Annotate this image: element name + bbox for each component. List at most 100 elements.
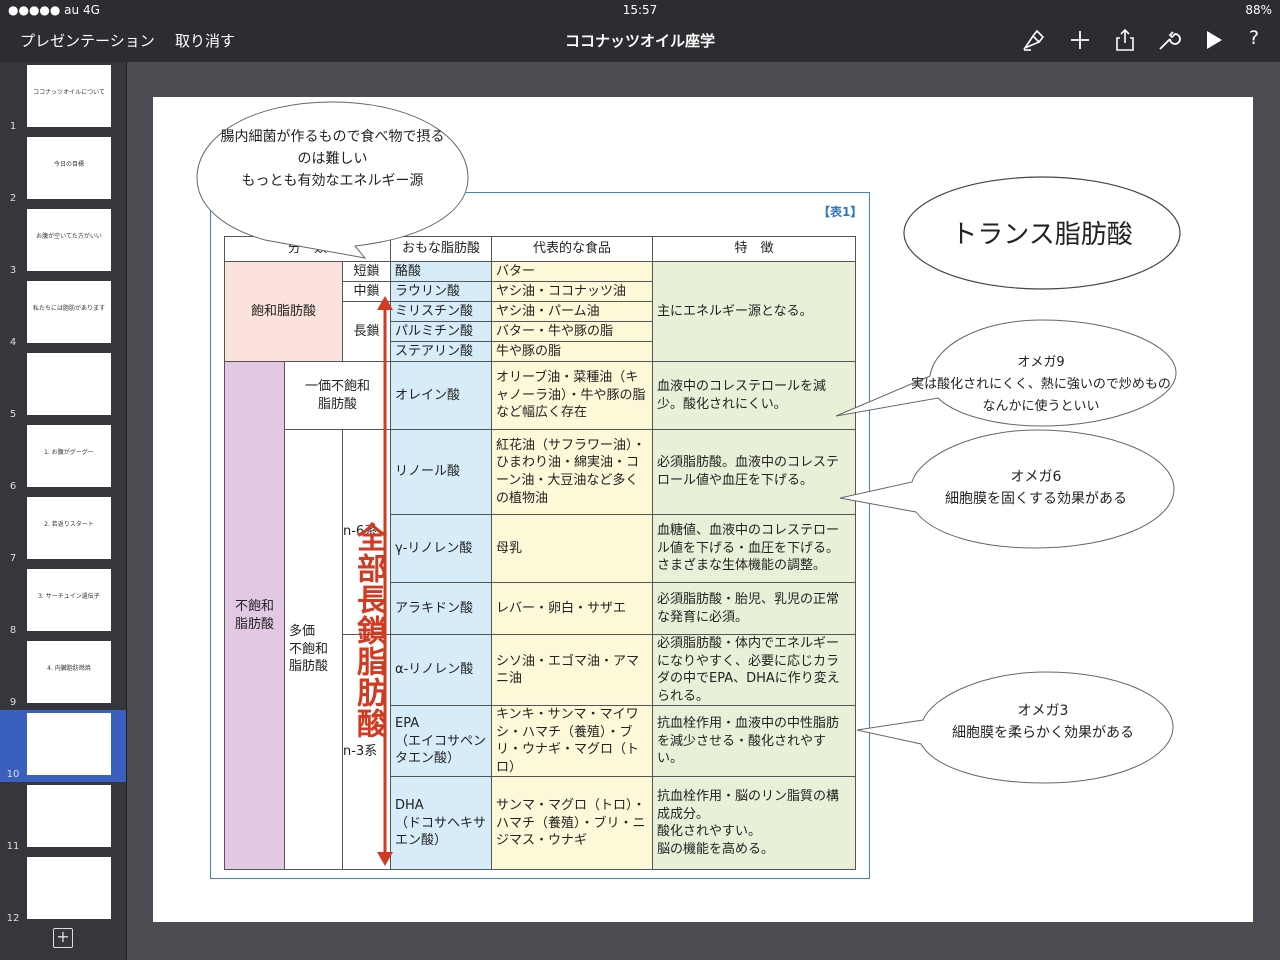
slide-thumbnail[interactable]: 1. お腹がグーグー 6 [0,422,126,494]
thumbnail-title: お腹が空いてた方がいい [36,233,102,240]
thumbnail-preview: ココナッツオイルについて [27,65,111,127]
feature-cell: 抗血栓作用・血液中の中性脂肪を減少させる・酸化されやすい。 [652,705,857,778]
thumbnail-preview: 4. 内臓脂肪燃焼 [27,641,111,703]
slide-number: 12 [6,913,20,924]
acid-cell: γ-リノレン酸 [390,514,493,583]
bubble-text-omega3: オメガ3 細胞膜を柔らかく効果がある [952,703,1134,741]
vertical-annotation-text[interactable]: 全部長鎖脂肪酸 [351,522,390,739]
slide-thumbnail[interactable]: 私たちには脂肪があります 4 [0,278,126,350]
thumbnail-preview [27,857,111,919]
thumbnail-preview: 2. 若返りスタート [27,497,111,559]
slide-number: 7 [9,553,17,564]
feature-cell: 必須脂肪酸。血液中のコレステロール値や血圧を下げる。 [652,429,857,515]
thumbnail-title: 1. お腹がグーグー [44,449,94,456]
food-cell: サンマ・マグロ（トロ）・ハマチ（養殖）・ブリ・ニジマス・ウナギ [491,776,654,871]
poly-unsaturated-label: 多価 不飽和 脂肪酸 [284,428,343,871]
thumbnail-title: 今日の目標 [53,161,84,168]
slide-thumbnail[interactable]: ココナッツオイルについて 1 [0,62,126,134]
status-bar: ●●●●● au 4G 15:57 88% [0,0,1280,20]
slide-thumbnail[interactable]: 今日の目標 2 [0,134,126,206]
food-cell: レバー・卵白・サザエ [491,582,654,635]
thumbnail-preview: 私たちには脂肪があります [27,281,111,343]
acid-cell: α-リノレン酸 [390,633,493,707]
feature-cell: 血糖値、血液中のコレステロール値を下げる・血圧を下げる。さまざまな生体機能の調整… [652,514,857,583]
trans-fat-ellipse[interactable]: トランス脂肪酸 [903,176,1181,290]
acid-cell: パルミチン酸 [390,321,493,342]
thumbnail-preview [27,353,111,415]
clock: 15:57 [622,3,658,17]
acid-cell: ステアリン酸 [390,341,493,362]
feature-cell: 主にエネルギー源となる。 [652,261,857,362]
slide-number: 9 [9,697,17,708]
food-cell: 牛や豚の脂 [491,341,654,362]
food-cell: ヤシ油・ココナッツ油 [491,281,654,302]
food-cell: キンキ・サンマ・マイワシ・ハマチ（養殖）・ブリ・ウナギ・マグロ（トロ） [491,705,654,778]
slide-number: 8 [9,625,17,636]
slide-thumbnail[interactable]: 12 [0,854,126,926]
acid-cell: DHA （ドコサヘキサエン酸） [390,776,493,871]
slide-number: 11 [6,841,20,852]
thumbnail-preview [27,785,111,847]
wrench-icon[interactable] [1156,28,1182,52]
add-slide-button[interactable]: + [53,928,73,948]
slide-thumbnail[interactable]: お腹が空いてた方がいい 3 [0,206,126,278]
thumbnail-title: 3. サーチュイン遺伝子 [38,593,100,600]
table-tag: 【表1】 [818,205,863,219]
thumbnail-title: ココナッツオイルについて [33,89,105,96]
slide-thumbnail[interactable]: 5 [0,350,126,422]
unsaturated-label: 不飽和 脂肪酸 [224,360,285,871]
feature-cell: 必須脂肪酸・胎児、乳児の正常な発育に必須。 [652,582,857,635]
slide-thumbnail[interactable]: 11 [0,782,126,854]
thumbnail-preview: 今日の目標 [27,137,111,199]
slide-number: 3 [9,265,17,276]
food-cell: バター・牛や豚の脂 [491,321,654,342]
acid-cell: リノール酸 [390,429,493,515]
food-cell: バター [491,261,654,282]
acid-cell: アラキドン酸 [390,582,493,635]
play-icon[interactable] [1201,28,1227,52]
speech-bubble-top[interactable]: 腸内細菌が作るもので食べ物で摂るのは難しい もっとも有効なエネルギー源 [195,98,470,268]
feature-cell: 抗血栓作用・脳のリン脂質の構成成分。 酸化されやすい。 脳の機能を高める。 [652,776,857,871]
feature-cell: 必須脂肪酸・体内でエネルギーになりやすく、必要に応じカラダの中でEPA、DHAに… [652,633,857,707]
feature-cell: 血液中のコレステロールを減少。酸化されにくい。 [652,361,857,430]
slide-navigator[interactable]: ココナッツオイルについて 1 今日の目標 2 お腹が空いてた方がいい 3 私たちには脂肪があ… [0,62,127,960]
speech-bubble-omega9[interactable]: オメガ9 実は酸化されにくく、熱に強いので炒めものなんかに使うといい [834,318,1178,428]
slide-thumbnail[interactable]: 3. サーチュイン遺伝子 8 [0,566,126,638]
bubble-text-omega9: オメガ9 実は酸化されにくく、熱に強いので炒めものなんかに使うといい [911,355,1171,414]
acid-cell: ラウリン酸 [390,281,493,302]
food-cell: オリーブ油・菜種油（キャノーラ油）・牛や豚の脂など幅広く存在 [491,361,654,430]
food-cell: 母乳 [491,514,654,583]
food-cell: シソ油・エゴマ油・アマニ油 [491,633,654,707]
slide-number: 10 [6,769,20,780]
bubble-text-top: 腸内細菌が作るもので食べ物で摂るのは難しい もっとも有効なエネルギー源 [220,129,445,189]
slide-number: 4 [9,337,17,348]
thumbnail-title: 私たちには脂肪があります [32,305,105,312]
help-icon[interactable]: ? [1249,27,1259,49]
food-cell: ヤシ油・パーム油 [491,301,654,322]
food-cell: 紅花油（サフラワー油）・ひまわり油・綿実油・コーン油・大豆油など多くの植物油 [491,429,654,515]
thumbnail-preview: 1. お腹がグーグー [27,425,111,487]
undo-button[interactable]: 取り消す [175,30,235,51]
plus-icon[interactable] [1067,28,1093,52]
battery-level: 88% [1245,3,1272,17]
header-food: 代表的な食品 [491,236,654,262]
share-icon[interactable] [1112,28,1138,52]
speech-bubble-omega3[interactable]: オメガ3 細胞膜を柔らかく効果がある [855,670,1175,785]
slide-number: 1 [9,121,17,132]
thumbnail-preview: 3. サーチュイン遺伝子 [27,569,111,631]
bubble-text-omega6: オメガ6 細胞膜を固くする効果がある [945,469,1127,507]
slide-thumbnail[interactable]: 2. 若返りスタート 7 [0,494,126,566]
fatty-acid-table[interactable]: 分 類 おもな脂肪酸 代表的な食品 特 徴 飽和脂肪酸 短鎖 酪酸 バター 主に… [223,236,857,871]
presentations-button[interactable]: プレゼンテーション [20,30,155,51]
acid-cell: EPA （エイコサペンタエン酸） [390,705,493,778]
slide-thumbnail[interactable]: 4. 内臓脂肪燃焼 9 [0,638,126,710]
thumbnail-title: 2. 若返りスタート [44,521,94,528]
thumbnail-preview [27,713,111,775]
slide-number: 6 [9,481,17,492]
saturated-label: 飽和脂肪酸 [224,261,343,362]
format-brush-icon[interactable] [1021,28,1047,52]
thumbnail-preview: お腹が空いてた方がいい [27,209,111,271]
slide-thumbnail[interactable]: 10 [0,710,126,782]
speech-bubble-omega6[interactable]: オメガ6 細胞膜を固くする効果がある [838,428,1176,550]
header-feature: 特 徴 [652,236,857,262]
